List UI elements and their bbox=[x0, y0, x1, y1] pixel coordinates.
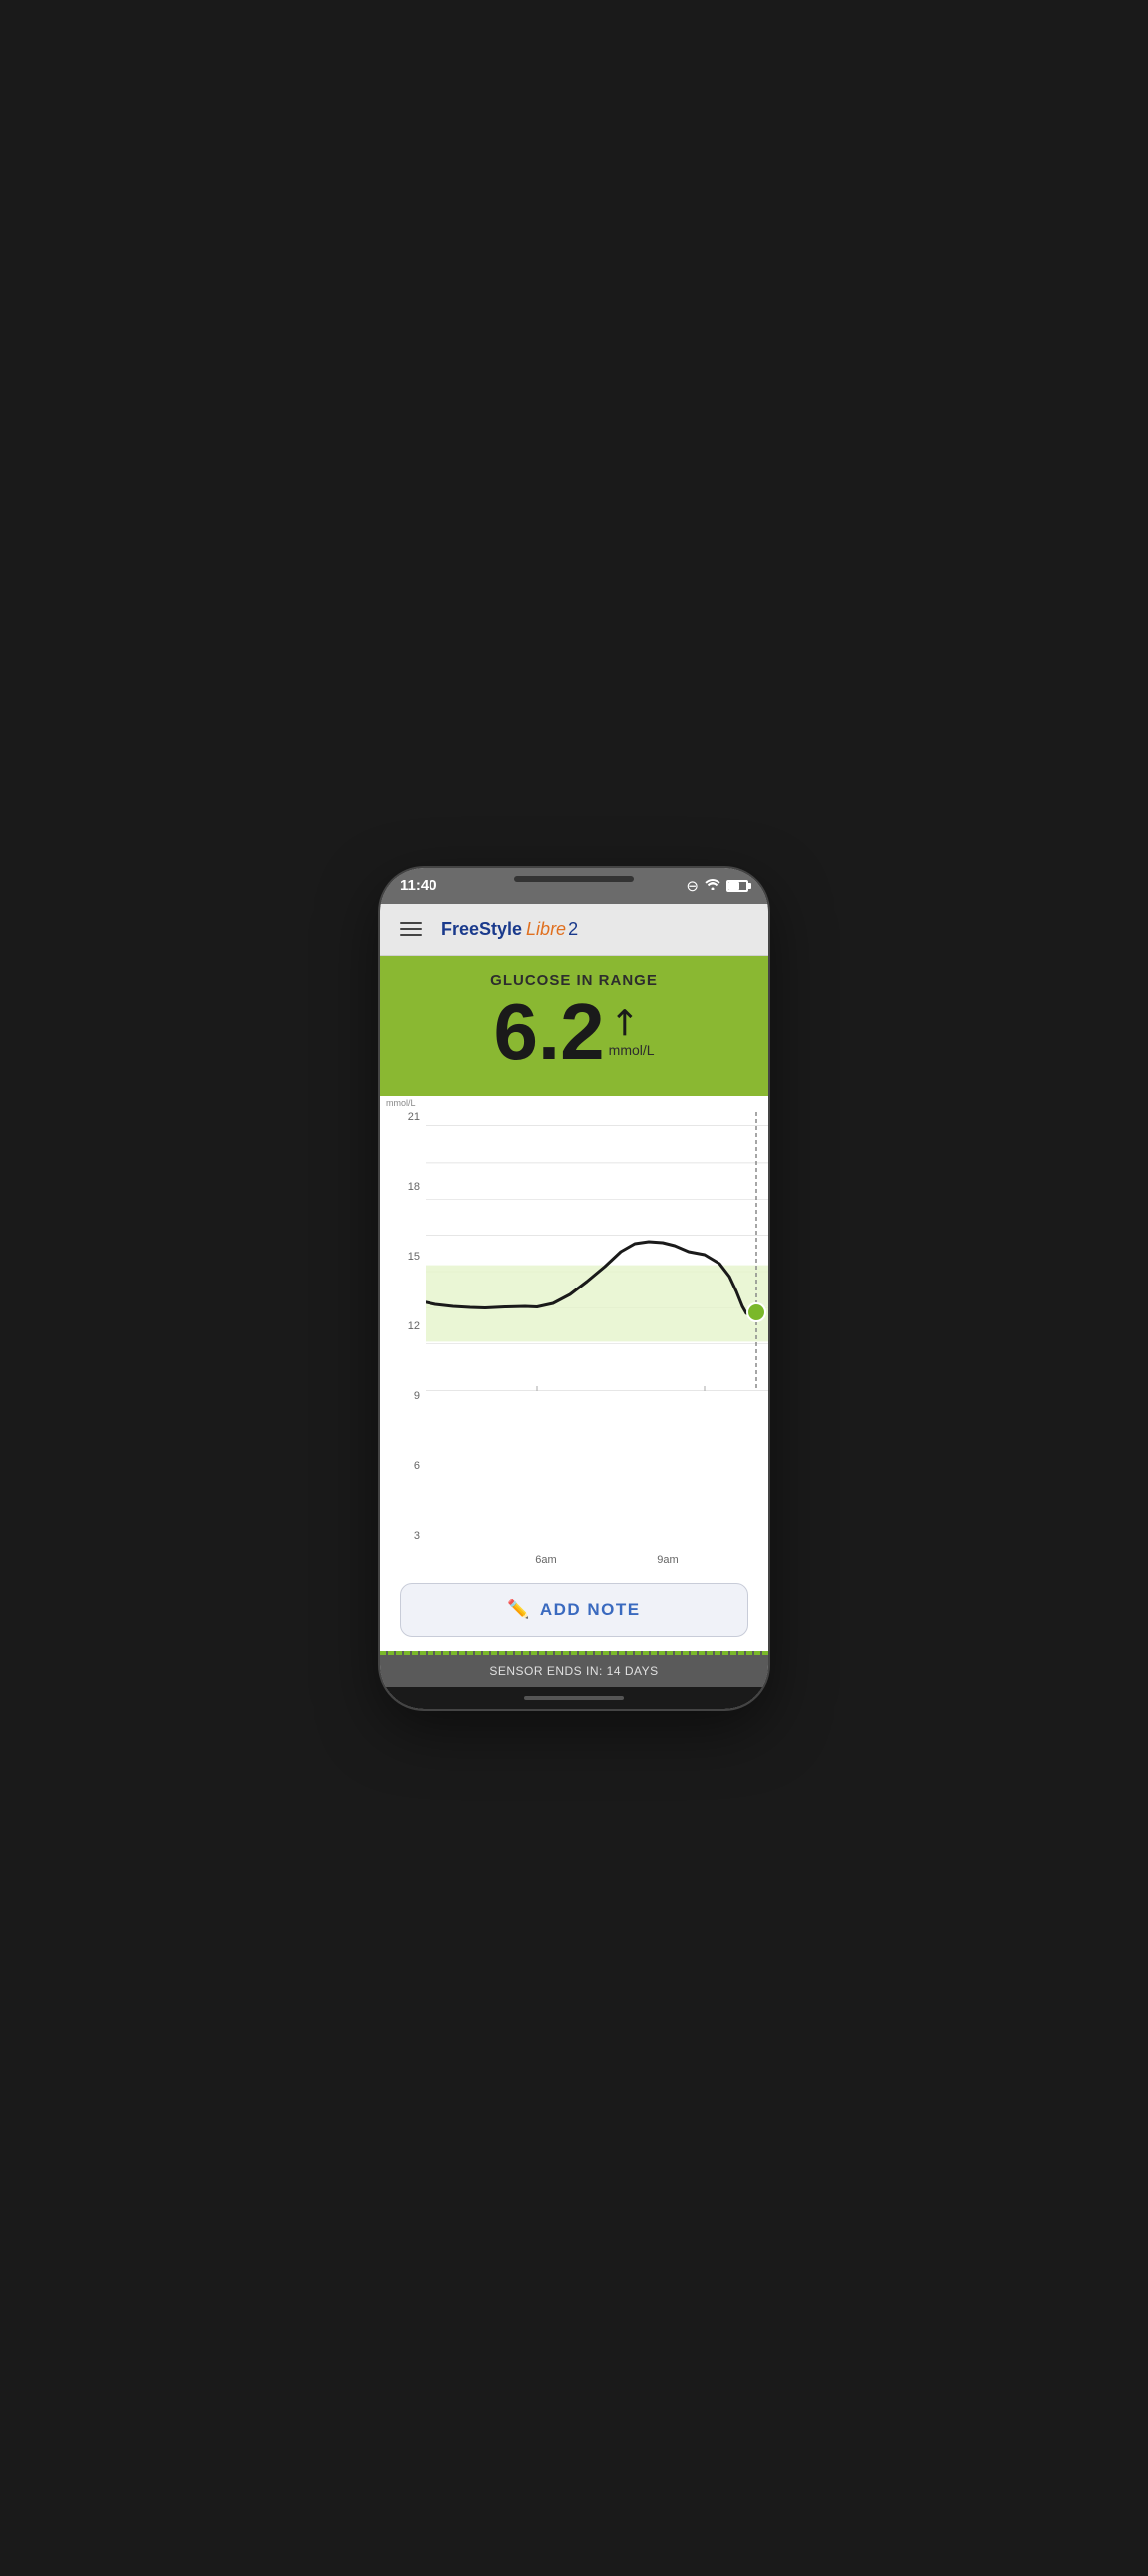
glucose-trend-arrow: ↗ bbox=[600, 999, 647, 1045]
glucose-unit: mmol/L bbox=[609, 1042, 655, 1058]
x-tick-9am: 9am bbox=[657, 1554, 678, 1566]
status-bar: 11:40 ⊖ bbox=[380, 868, 768, 904]
logo-freestyle: FreeStyle bbox=[441, 919, 522, 940]
glucose-value-row: 6.2 ↗ mmol/L bbox=[400, 993, 748, 1072]
status-time: 11:40 bbox=[400, 877, 437, 894]
phone-screen: 11:40 ⊖ bbox=[380, 868, 768, 1709]
y-tick-21: 21 bbox=[380, 1112, 426, 1123]
glucose-value: 6.2 bbox=[493, 993, 604, 1072]
glucose-banner: GLUCOSE IN RANGE 6.2 ↗ mmol/L bbox=[380, 956, 768, 1096]
chart-y-labels: 21 18 15 12 9 6 3 bbox=[380, 1112, 426, 1542]
phone-notch bbox=[514, 876, 634, 882]
chart-y-unit: mmol/L bbox=[386, 1098, 416, 1108]
status-icons: ⊖ bbox=[686, 877, 748, 895]
glucose-label: GLUCOSE IN RANGE bbox=[400, 972, 748, 989]
add-note-label: ADD NOTE bbox=[540, 1600, 641, 1620]
y-tick-12: 12 bbox=[380, 1321, 426, 1332]
add-note-button[interactable]: ✏️ ADD NOTE bbox=[400, 1583, 748, 1637]
app-logo: FreeStyle Libre 2 bbox=[441, 919, 578, 940]
add-note-section: ✏️ ADD NOTE bbox=[380, 1572, 768, 1651]
sensor-bar: SENSOR ENDS IN: 14 DAYS bbox=[380, 1651, 768, 1687]
chart-container: mmol/L 21 18 15 12 9 6 3 bbox=[380, 1096, 768, 1572]
home-indicator-bar bbox=[524, 1696, 624, 1700]
wifi-icon bbox=[705, 878, 720, 893]
chart-x-labels: 6am 9am bbox=[426, 1554, 768, 1566]
phone-frame: 11:40 ⊖ bbox=[380, 868, 768, 1709]
do-not-disturb-icon: ⊖ bbox=[686, 877, 699, 895]
home-indicator bbox=[380, 1687, 768, 1709]
app-header: FreeStyle Libre 2 bbox=[380, 904, 768, 956]
y-tick-3: 3 bbox=[380, 1531, 426, 1542]
sensor-status-text: SENSOR ENDS IN: 14 DAYS bbox=[489, 1664, 658, 1678]
y-tick-18: 18 bbox=[380, 1182, 426, 1193]
sensor-bar-pattern bbox=[380, 1651, 768, 1655]
logo-libre: Libre bbox=[526, 919, 566, 940]
logo-2: 2 bbox=[568, 919, 578, 940]
pencil-icon: ✏️ bbox=[507, 1599, 529, 1620]
y-tick-9: 9 bbox=[380, 1391, 426, 1402]
hamburger-menu-icon[interactable] bbox=[396, 918, 426, 940]
x-tick-6am: 6am bbox=[535, 1554, 556, 1566]
battery-icon bbox=[726, 880, 748, 892]
y-tick-6: 6 bbox=[380, 1461, 426, 1472]
glucose-chart-svg bbox=[426, 1112, 768, 1391]
y-tick-15: 15 bbox=[380, 1252, 426, 1263]
